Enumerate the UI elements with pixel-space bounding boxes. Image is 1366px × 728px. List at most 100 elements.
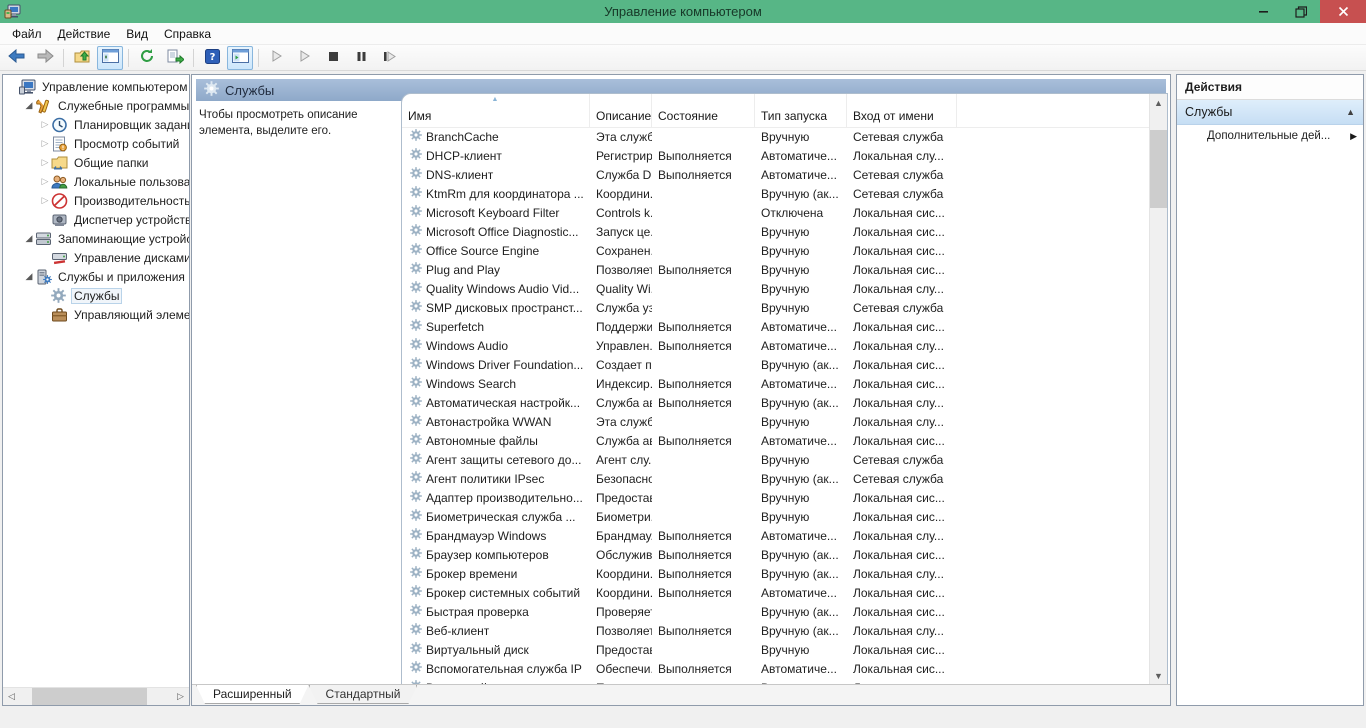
export-list-button[interactable] (162, 46, 188, 70)
menu-item-справка[interactable]: Справка (156, 25, 219, 43)
service-row[interactable]: Windows Search Индексир... Выполняется Авто… (402, 374, 1150, 393)
service-name: Виртуальный диск (426, 642, 529, 657)
service-name: SMP дисковых пространст... (426, 300, 583, 315)
tree-item-8[interactable]: ◢ Запоминающие устройст (3, 229, 189, 248)
tree-item-2[interactable]: ▷ Планировщик заданий (3, 115, 189, 134)
tree-expand-icon[interactable]: ▷ (39, 195, 51, 206)
service-row[interactable]: Агент защиты сетевого до... Агент слу... В… (402, 450, 1150, 469)
service-startup-type: Вручную (761, 509, 810, 524)
forward-button[interactable] (32, 46, 58, 70)
service-row[interactable]: Plug and Play Позволяет... Выполняется Вруч… (402, 260, 1150, 279)
service-row[interactable]: Quality Windows Audio Vid... Quality Wi..… (402, 279, 1150, 298)
service-row[interactable]: Вспомогательная служба IP Обеспечи... Выпо… (402, 659, 1150, 678)
restore-button[interactable] (1282, 0, 1320, 23)
back-button[interactable] (4, 46, 30, 70)
action-item-more-actions[interactable]: Дополнительные дей... ▶ (1177, 125, 1363, 147)
service-startup-type: Автоматиче... (761, 376, 837, 391)
tree-item-3[interactable]: ▷ Просмотр событий (3, 134, 189, 153)
actions-section-services[interactable]: Службы ▲ (1177, 100, 1363, 125)
service-row[interactable]: Windows Audio Управлен... Выполняется Автом… (402, 336, 1150, 355)
service-row[interactable]: Microsoft Keyboard Filter Controls k... От… (402, 203, 1150, 222)
tree-expand-icon[interactable]: ▷ (39, 176, 51, 187)
tree-item-0[interactable]: Управление компьютером (л (3, 77, 189, 96)
service-row[interactable]: Браузер компьютеров Обслужив... Выполняетс… (402, 545, 1150, 564)
help-button[interactable]: ? (199, 46, 225, 70)
tree-item-1[interactable]: ◢ Служебные программы (3, 96, 189, 115)
scroll-right-arrow-icon[interactable]: ▷ (172, 691, 189, 702)
scroll-up-arrow-icon[interactable]: ▲ (1150, 94, 1167, 111)
column-header-2[interactable]: Состояние (652, 94, 755, 127)
service-row[interactable]: Веб-клиент Позволяет... Выполняется Вручную… (402, 621, 1150, 640)
service-row[interactable]: KtmRm для координатора ... Координи... Вру… (402, 184, 1150, 203)
show-console-tree-button[interactable] (97, 45, 123, 70)
service-row[interactable]: Office Source Engine Сохранен... Вручную Ло… (402, 241, 1150, 260)
services-vscroll-thumb[interactable] (1150, 130, 1167, 208)
minimize-button[interactable] (1244, 0, 1282, 23)
tab-standard[interactable]: Стандартный (309, 685, 418, 704)
resume-service-button[interactable] (292, 46, 318, 70)
tree-item-12[interactable]: Управляющий элемен (3, 305, 189, 324)
service-row[interactable]: DNS-клиент Служба D... Выполняется Автомати… (402, 165, 1150, 184)
tree-expand-icon[interactable]: ▷ (39, 119, 51, 130)
start-service-button[interactable] (264, 46, 290, 70)
tree-item-9[interactable]: Управление дисками (3, 248, 189, 267)
menu-item-вид[interactable]: Вид (118, 25, 156, 43)
column-header-1[interactable]: Описание (590, 94, 652, 127)
service-row[interactable]: Биометрическая служба ... Биометри... Вруч… (402, 507, 1150, 526)
tree-item-7[interactable]: Диспетчер устройств (3, 210, 189, 229)
service-row[interactable]: Адаптер производительно... Предостав... Вр… (402, 488, 1150, 507)
refresh-button[interactable] (134, 46, 160, 70)
column-header-4[interactable]: Вход от имени (847, 94, 957, 127)
tree-hscroll-track[interactable] (20, 688, 172, 705)
services-list-header: ▲ Имя Описание Состояние Тип запуска Вход от … (402, 94, 1150, 128)
tab-extended[interactable]: Расширенный (196, 685, 309, 704)
service-row[interactable]: SMP дисковых пространст... Служба уз... Вр… (402, 298, 1150, 317)
menu-item-действие[interactable]: Действие (50, 25, 119, 43)
scroll-down-arrow-icon[interactable]: ▼ (1150, 667, 1167, 684)
service-name: Вспомогательная служба IP (426, 661, 582, 676)
tree-item-11[interactable]: Службы (3, 286, 189, 305)
service-row[interactable]: Быстрая проверка Проверяет... Вручную (ак.… (402, 602, 1150, 621)
window-title: Управление компьютером (604, 4, 762, 19)
restart-service-button[interactable] (376, 46, 402, 70)
column-header-3[interactable]: Тип запуска (755, 94, 847, 127)
tree-horizontal-scrollbar[interactable]: ◁ ▷ (3, 687, 189, 705)
service-row[interactable]: Автоматическая настройк... Служба ав... Вы… (402, 393, 1150, 412)
show-action-pane-button[interactable] (227, 45, 253, 70)
service-row[interactable]: BranchCache Эта служб... Вручную Сетевая сл… (402, 127, 1150, 146)
column-header-0[interactable]: ▲ Имя (402, 94, 590, 127)
service-row[interactable]: Виртуальный диск Предостав... Вручную Локал… (402, 640, 1150, 659)
tree-collapse-icon[interactable]: ◢ (23, 233, 35, 244)
column-header-label: Тип запуска (761, 109, 828, 123)
stop-service-button[interactable] (320, 46, 346, 70)
tree-item-6[interactable]: ▷ Производительность (3, 191, 189, 210)
tree-expand-icon[interactable]: ▷ (39, 157, 51, 168)
tree-collapse-icon[interactable]: ◢ (23, 100, 35, 111)
service-row[interactable]: Брандмауэр Windows Брандмау... Выполняется… (402, 526, 1150, 545)
service-row[interactable]: DHCP-клиент Регистрир... Выполняется Автома… (402, 146, 1150, 165)
services-vertical-scrollbar[interactable]: ▲ ▼ (1149, 94, 1167, 684)
service-row[interactable]: Брокер системных событий Координи... Выпол… (402, 583, 1150, 602)
service-name: Автономные файлы (426, 433, 538, 448)
tree-collapse-icon[interactable]: ◢ (23, 271, 35, 282)
service-row[interactable]: Брокер времени Координи... Выполняется Вруч… (402, 564, 1150, 583)
scroll-left-arrow-icon[interactable]: ◁ (3, 691, 20, 702)
service-row[interactable]: Microsoft Office Diagnostic... Запуск це.… (402, 222, 1150, 241)
service-row[interactable]: Windows Driver Foundation... Создает п...… (402, 355, 1150, 374)
close-button[interactable] (1320, 0, 1366, 23)
tree-item-4[interactable]: ▷ Общие папки (3, 153, 189, 172)
service-row[interactable]: Автонастройка WWAN Эта служб... Вручную Лок… (402, 412, 1150, 431)
tree-item-5[interactable]: ▷ Локальные пользовате (3, 172, 189, 191)
service-row[interactable]: Автономные файлы Служба ав... Выполняется А… (402, 431, 1150, 450)
service-row[interactable]: Superfetch Поддержи... Выполняется Автомати… (402, 317, 1150, 336)
tree-hscroll-thumb[interactable] (32, 688, 147, 705)
collapse-section-icon[interactable]: ▲ (1346, 107, 1355, 117)
tree-expand-icon[interactable]: ▷ (39, 138, 51, 149)
menu-item-файл[interactable]: Файл (4, 25, 50, 43)
pause-service-button[interactable] (348, 46, 374, 70)
service-startup-type: Вручную (761, 262, 810, 277)
tree-item-10[interactable]: ◢ Службы и приложения (3, 267, 189, 286)
refresh-icon (139, 48, 155, 67)
service-row[interactable]: Агент политики IPsec Безопасно... Вручную … (402, 469, 1150, 488)
up-one-level-button[interactable] (69, 46, 95, 70)
